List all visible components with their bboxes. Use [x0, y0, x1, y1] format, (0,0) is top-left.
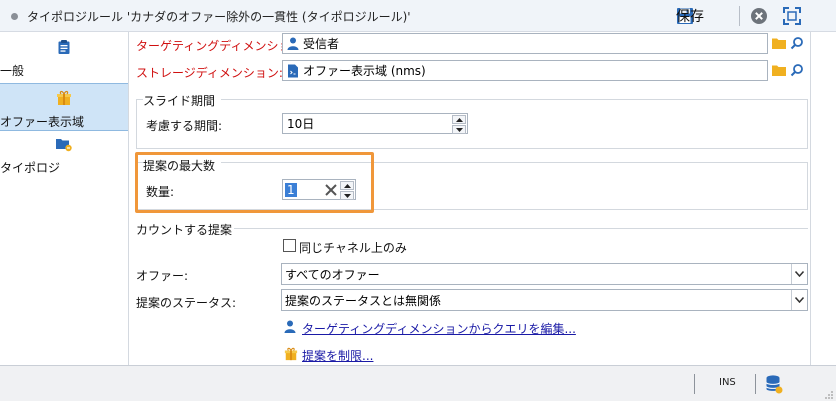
insert-mode-indicator: INS [719, 377, 736, 388]
close-button[interactable] [750, 7, 768, 28]
clipboard-icon [58, 40, 70, 54]
sidebar-item-typology[interactable]: タイポロジ [0, 136, 128, 180]
storage-dimension-value: オファー表示域 (nms) [303, 64, 426, 78]
save-button-label: 保存 [676, 9, 704, 25]
toolbar-separator [739, 6, 740, 26]
quantity-spinner[interactable] [340, 181, 354, 200]
quantity-value: 1 [285, 182, 297, 197]
chevron-down-icon [795, 297, 804, 303]
status-bar: INS [0, 365, 836, 401]
storage-search-button[interactable] [790, 63, 804, 80]
window-title: タイポロジルール 'カナダのオファー除外の一貫性 (タイポロジルール)' [27, 10, 411, 24]
folder-rule-icon [56, 139, 72, 152]
caret-down-icon [455, 127, 463, 132]
quantity-label: 数量: [146, 185, 175, 199]
right-panel-edge [810, 32, 836, 365]
max-proposals-group [136, 162, 808, 210]
sidebar-item-label: 一般 [0, 64, 25, 78]
targeting-browse-button[interactable] [772, 37, 786, 52]
record-status-icon [11, 13, 18, 20]
quantity-input[interactable]: 1 [282, 179, 356, 200]
counted-proposals-title: カウントする提案 [136, 223, 233, 237]
gift-icon [57, 90, 71, 105]
storage-dimension-field[interactable]: オファー表示域 (nms) [282, 60, 768, 81]
edit-query-link[interactable]: ターゲティングディメンションからクエリを編集... [302, 320, 576, 337]
proposal-status-select[interactable]: 提案のステータスとは無関係 [281, 289, 808, 311]
restrict-proposals-link[interactable]: 提案を制限... [302, 347, 373, 364]
database-icon[interactable] [765, 374, 783, 394]
folder-icon [772, 38, 786, 49]
proposal-status-label: 提案のステータス: [136, 296, 237, 310]
max-proposals-title: 提案の最大数 [143, 157, 222, 174]
offer-label: オファー: [136, 269, 189, 283]
person-icon [287, 37, 299, 50]
period-value: 10日 [287, 117, 315, 131]
targeting-dimension-field[interactable]: 受信者 [282, 33, 768, 54]
magnifier-icon [790, 64, 803, 77]
sidebar-item-offer-space[interactable]: オファー表示域 [0, 83, 128, 131]
resize-grip-icon[interactable] [824, 390, 834, 400]
clear-x-icon[interactable] [324, 183, 338, 197]
close-circle-icon [751, 8, 767, 24]
gift-icon [284, 347, 298, 361]
sidebar-item-label: オファー表示域 [0, 115, 85, 129]
status-separator [755, 374, 756, 394]
period-input[interactable]: 10日 [282, 113, 468, 134]
same-channel-label: 同じチャネル上のみ [299, 241, 407, 255]
magnifier-icon [790, 37, 803, 50]
period-label: 考慮する期間: [146, 119, 223, 133]
offer-selected-value: すべてのオファー [285, 267, 380, 282]
period-spinner[interactable] [452, 115, 466, 134]
document-icon [288, 64, 298, 77]
sidebar-item-general[interactable]: 一般 [0, 37, 128, 83]
dropdown-arrow[interactable] [791, 264, 807, 284]
sliding-period-group [136, 99, 808, 149]
offer-select[interactable]: すべてのオファー [281, 263, 808, 285]
sidebar-item-label: タイポロジ [0, 161, 61, 175]
dropdown-arrow[interactable] [791, 290, 807, 310]
maximize-icon [783, 7, 801, 25]
caret-up-icon [343, 183, 351, 188]
window-titlebar: タイポロジルール 'カナダのオファー除外の一貫性 (タイポロジルール)' 保存 [0, 0, 836, 32]
same-channel-checkbox[interactable] [283, 239, 296, 252]
group-divider [234, 228, 808, 229]
targeting-dimension-value: 受信者 [303, 37, 340, 51]
targeting-search-button[interactable] [790, 36, 804, 53]
proposal-status-selected-value: 提案のステータスとは無関係 [285, 293, 442, 308]
chevron-down-icon [795, 271, 804, 277]
spin-down-button[interactable] [452, 125, 466, 134]
spin-down-button[interactable] [340, 191, 354, 200]
save-button[interactable]: 保存 [676, 5, 704, 27]
caret-down-icon [343, 193, 351, 198]
section-sidebar: 一般 オファー表示域 タイポロジ [0, 32, 129, 365]
storage-dimension-label: ストレージディメンション: [136, 66, 283, 80]
spin-up-button[interactable] [452, 115, 466, 124]
sliding-period-title: スライド期間 [143, 92, 222, 109]
spin-up-button[interactable] [340, 181, 354, 190]
maximize-button[interactable] [782, 6, 802, 29]
caret-up-icon [455, 117, 463, 122]
status-separator [694, 374, 695, 394]
folder-icon [772, 65, 786, 76]
targeting-dimension-label: ターゲティングディメンション: [136, 39, 307, 53]
storage-browse-button[interactable] [772, 64, 786, 79]
person-icon [284, 320, 296, 333]
